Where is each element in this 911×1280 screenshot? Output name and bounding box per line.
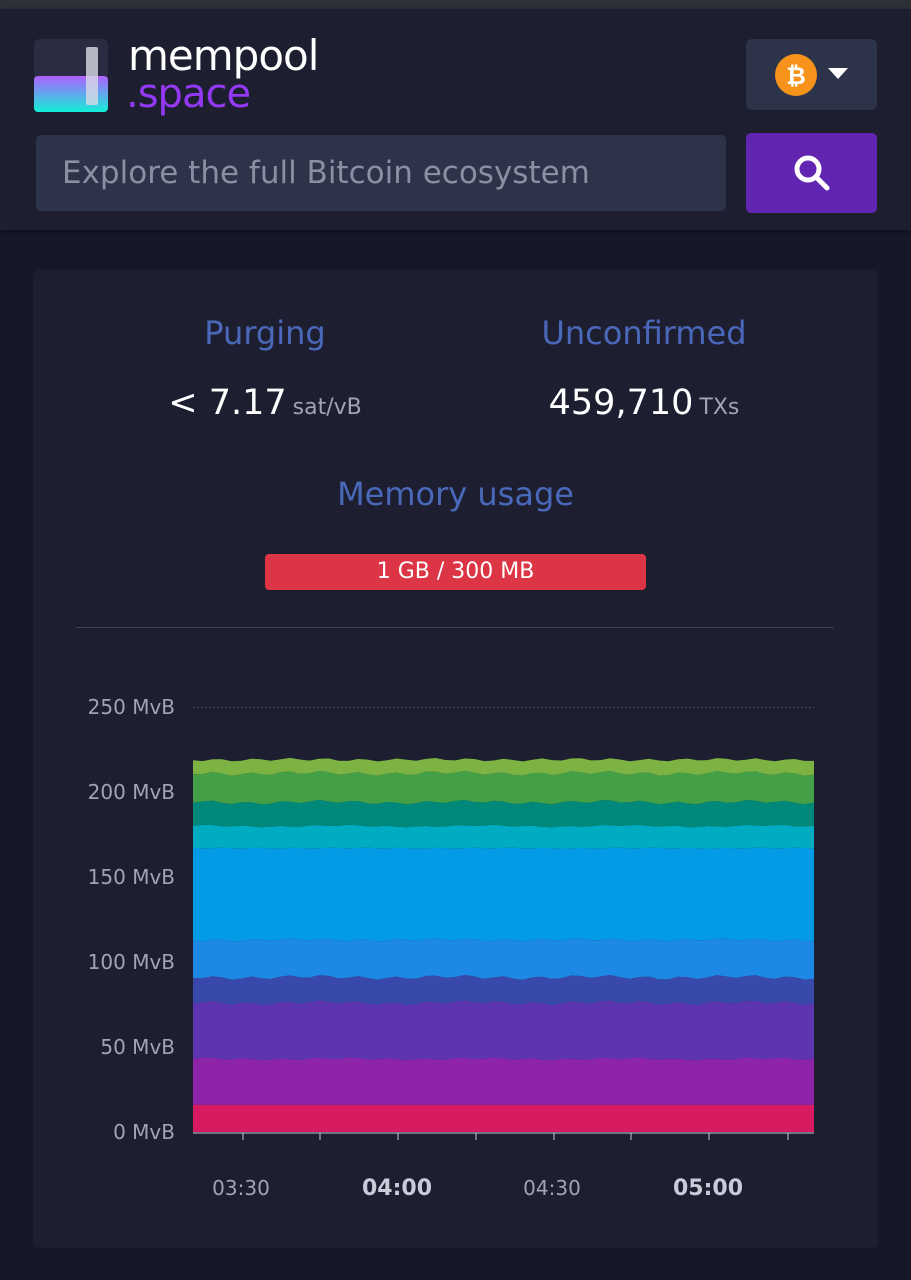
x-tick-label: 04:30 — [523, 1176, 581, 1200]
chart-area-series-1[interactable] — [193, 1104, 814, 1132]
x-tick-label: 03:30 — [212, 1176, 270, 1200]
svg-text:₿: ₿ — [786, 62, 806, 90]
chart-area-series-4[interactable] — [193, 974, 814, 1006]
mempool-stats-card: Purging < 7.17 sat/vB Unconfirmed 459,710… — [33, 270, 878, 1248]
mempool-chart[interactable]: 250 MvB 200 MvB 150 MvB 100 MvB 50 MvB 0 MvB 0… — [33, 270, 878, 1248]
chart-area-series-8[interactable] — [193, 799, 814, 828]
y-tick-label: 200 MvB — [88, 780, 175, 804]
network-selector-button[interactable]: ₿ — [746, 39, 877, 110]
chart-area-series-6[interactable] — [193, 847, 814, 942]
y-tick-label: 150 MvB — [88, 865, 175, 889]
mempool-logo-icon[interactable] — [34, 39, 108, 112]
x-tick-label: 05:00 — [673, 1176, 743, 1201]
y-tick-label: 0 MvB — [113, 1120, 175, 1144]
chart-area-series-3[interactable] — [193, 1000, 814, 1061]
search-icon — [794, 155, 830, 191]
chart-area-series-5[interactable] — [193, 938, 814, 980]
y-tick-label: 250 MvB — [88, 695, 175, 719]
chart-area-series-2[interactable] — [193, 1057, 814, 1105]
bitcoin-icon: ₿ — [775, 54, 817, 96]
chart-area-series-7[interactable] — [193, 824, 814, 849]
search-input[interactable] — [36, 135, 726, 211]
y-tick-label: 100 MvB — [88, 950, 175, 974]
search-button[interactable] — [746, 133, 877, 213]
header: mempool .space ₿ — [0, 9, 911, 230]
y-tick-label: 50 MvB — [100, 1035, 175, 1059]
logo-text-space[interactable]: .space — [126, 71, 251, 117]
x-tick-label: 04:00 — [362, 1176, 432, 1201]
caret-down-icon — [828, 68, 848, 79]
top-strip — [0, 0, 911, 9]
chart-area-series-9[interactable] — [193, 770, 814, 805]
